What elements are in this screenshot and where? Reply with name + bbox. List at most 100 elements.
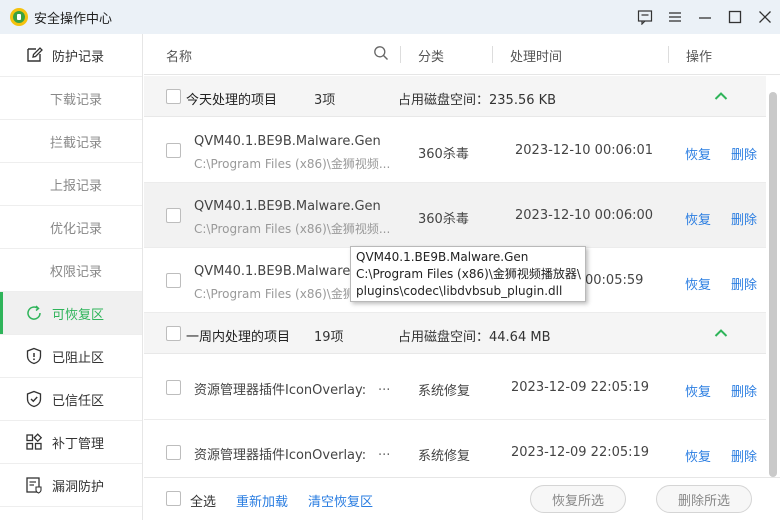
table-row[interactable]: 资源管理器插件IconOverlay: ... 系统修复 2023-12-09 … bbox=[144, 355, 766, 420]
menu-icon[interactable] bbox=[660, 0, 690, 34]
group-checkbox[interactable] bbox=[166, 89, 181, 104]
sidebar-item-label: 漏洞防护 bbox=[52, 479, 105, 495]
sidebar-item-recoverable[interactable]: 可恢复区 bbox=[0, 292, 142, 335]
group-count: 19项 bbox=[314, 330, 344, 345]
row-category: 系统修复 bbox=[418, 384, 471, 399]
sidebar-item-permission-log[interactable]: 权限记录 bbox=[0, 249, 142, 292]
row-time: 2023-12-10 00:06:00 bbox=[515, 208, 654, 223]
group-checkbox[interactable] bbox=[166, 326, 181, 341]
footer-bar: 全选 重新加载 清空恢复区 恢复所选 删除所选 bbox=[144, 477, 780, 520]
blocked-icon bbox=[24, 346, 44, 366]
delete-link[interactable]: 删除 bbox=[731, 144, 757, 163]
group-header-today[interactable]: 今天处理的项目 3项 占用磁盘空间：235.56 KB bbox=[144, 76, 766, 117]
sidebar-item-report-log[interactable]: 上报记录 bbox=[0, 163, 142, 206]
column-action: 操作 bbox=[686, 50, 713, 65]
window-title: 安全操作中心 bbox=[34, 11, 113, 27]
group-disk-usage: 占用磁盘空间：235.56 KB bbox=[398, 93, 557, 108]
row-category: 360杀毒 bbox=[418, 147, 469, 162]
minimize-icon[interactable] bbox=[690, 0, 720, 34]
column-divider bbox=[400, 46, 401, 63]
restore-link[interactable]: 恢复 bbox=[685, 209, 711, 228]
row-time: 2023-12-10 00:06:01 bbox=[515, 143, 654, 158]
sidebar-item-label: 已信任区 bbox=[52, 393, 105, 409]
sidebar-item-label: 拦截记录 bbox=[50, 135, 103, 151]
table-row[interactable]: 资源管理器插件IconOverlay: ... 系统修复 2023-12-09 … bbox=[144, 420, 766, 476]
delete-selected-button[interactable]: 删除所选 bbox=[656, 485, 752, 513]
row-name: QVM40.1.BE9B.Malware.Gen bbox=[194, 199, 381, 214]
search-icon[interactable] bbox=[373, 45, 389, 65]
tooltip-line: C:\Program Files (x86)\金狮视频播放器\ bbox=[356, 267, 581, 281]
apps-grid-icon bbox=[24, 432, 44, 452]
column-name: 名称 bbox=[166, 50, 193, 65]
clear-recovery-link[interactable]: 清空恢复区 bbox=[308, 491, 373, 510]
row-checkbox[interactable] bbox=[166, 380, 181, 395]
restore-link[interactable]: 恢复 bbox=[685, 381, 711, 400]
feedback-icon[interactable] bbox=[630, 0, 660, 34]
row-category: 360杀毒 bbox=[418, 212, 469, 227]
table-row[interactable]: QVM40.1.BE9B.Malware.Gen C:\Program File… bbox=[144, 118, 766, 183]
sidebar-item-label: 上报记录 bbox=[50, 178, 103, 194]
row-checkbox[interactable] bbox=[166, 445, 181, 460]
row-time: 2023-12-09 22:05:19 bbox=[511, 380, 650, 395]
column-divider bbox=[492, 46, 493, 63]
scrollbar-thumb[interactable] bbox=[769, 92, 777, 477]
group-count: 3项 bbox=[314, 93, 336, 108]
maximize-icon[interactable] bbox=[720, 0, 750, 34]
row-path: ... bbox=[378, 444, 391, 459]
sidebar-item-label: 权限记录 bbox=[50, 264, 103, 280]
row-name: 资源管理器插件IconOverlay: bbox=[194, 383, 367, 398]
sidebar-item-label: 防护记录 bbox=[52, 49, 105, 65]
sidebar: 防护记录 下载记录 拦截记录 上报记录 优化记录 权限记录 可恢复区 已阻止区 … bbox=[0, 34, 143, 520]
group-header-week[interactable]: 一周内处理的项目 19项 占用磁盘空间：44.64 MB bbox=[144, 313, 766, 354]
sidebar-item-vulnerability-protection[interactable]: 漏洞防护 bbox=[0, 464, 142, 507]
column-time: 处理时间 bbox=[510, 50, 563, 65]
sidebar-item-protection-log[interactable]: 防护记录 bbox=[0, 34, 142, 77]
row-checkbox[interactable] bbox=[166, 143, 181, 158]
group-name: 一周内处理的项目 bbox=[186, 330, 291, 345]
restore-selected-button[interactable]: 恢复所选 bbox=[530, 485, 626, 513]
reload-link[interactable]: 重新加载 bbox=[236, 491, 288, 510]
sidebar-item-label: 已阻止区 bbox=[52, 350, 105, 366]
row-time: 00:05:59 bbox=[585, 273, 644, 288]
row-path: C:\Program Files (x86)\金狮视频... bbox=[194, 222, 391, 236]
edit-icon bbox=[24, 45, 44, 65]
chevron-up-icon[interactable] bbox=[714, 90, 728, 105]
delete-link[interactable]: 删除 bbox=[731, 446, 757, 465]
tooltip-line: plugins\codec\libdvbsub_plugin.dll bbox=[356, 284, 563, 298]
restore-link[interactable]: 恢复 bbox=[685, 446, 711, 465]
column-header: 名称 分类 处理时间 操作 bbox=[144, 34, 780, 75]
window-controls bbox=[630, 0, 780, 34]
delete-link[interactable]: 删除 bbox=[731, 381, 757, 400]
row-name: 资源管理器插件IconOverlay: bbox=[194, 448, 367, 463]
sidebar-item-optimize-log[interactable]: 优化记录 bbox=[0, 206, 142, 249]
sidebar-item-intercept-log[interactable]: 拦截记录 bbox=[0, 120, 142, 163]
shield-check-icon bbox=[24, 389, 44, 409]
table-row[interactable]: QVM40.1.BE9B.Malware.Gen C:\Program File… bbox=[144, 183, 766, 248]
group-name: 今天处理的项目 bbox=[186, 93, 278, 108]
sidebar-item-patch-management[interactable]: 补丁管理 bbox=[0, 421, 142, 464]
row-path: ... bbox=[378, 379, 391, 394]
group-disk-usage: 占用磁盘空间：44.64 MB bbox=[398, 330, 551, 345]
row-checkbox[interactable] bbox=[166, 273, 181, 288]
select-all-label[interactable]: 全选 bbox=[190, 491, 216, 510]
sidebar-item-download-log[interactable]: 下载记录 bbox=[0, 77, 142, 120]
delete-link[interactable]: 删除 bbox=[731, 274, 757, 293]
row-checkbox[interactable] bbox=[166, 208, 181, 223]
chevron-up-icon[interactable] bbox=[714, 327, 728, 342]
sidebar-item-label: 下载记录 bbox=[50, 92, 103, 108]
restore-link[interactable]: 恢复 bbox=[685, 144, 711, 163]
sidebar-item-label: 补丁管理 bbox=[52, 436, 105, 452]
select-all-checkbox[interactable] bbox=[166, 491, 181, 506]
column-category: 分类 bbox=[418, 50, 445, 65]
restore-icon bbox=[24, 303, 44, 323]
delete-link[interactable]: 删除 bbox=[731, 209, 757, 228]
sidebar-item-trusted[interactable]: 已信任区 bbox=[0, 378, 142, 421]
column-divider bbox=[668, 46, 669, 63]
close-icon[interactable] bbox=[750, 0, 780, 34]
bug-shield-icon bbox=[24, 475, 44, 495]
sidebar-item-label: 优化记录 bbox=[50, 221, 103, 237]
tooltip-line: QVM40.1.BE9B.Malware.Gen bbox=[356, 250, 529, 264]
restore-link[interactable]: 恢复 bbox=[685, 274, 711, 293]
title-bar: 安全操作中心 bbox=[0, 0, 780, 34]
sidebar-item-blocked[interactable]: 已阻止区 bbox=[0, 335, 142, 378]
